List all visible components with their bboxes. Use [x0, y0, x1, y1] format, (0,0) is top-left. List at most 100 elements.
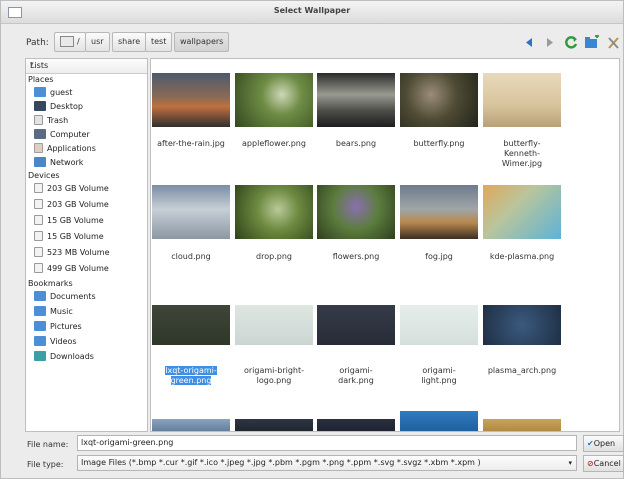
file-thumbnail[interactable] — [400, 305, 478, 345]
file-name-label[interactable]: drop.png — [229, 252, 319, 262]
file-name-label[interactable]: fog.jpg — [394, 252, 484, 262]
sidebar-item-downloads[interactable]: Downloads — [34, 350, 94, 364]
file-name-label[interactable]: origami- light.png — [394, 366, 484, 386]
file-grid: after-the-rain.jpg appleflower.png bears… — [150, 58, 620, 432]
cancel-icon: ⊘ — [587, 459, 594, 468]
path-segment-root[interactable]: / — [54, 32, 86, 52]
file-thumbnail[interactable] — [152, 73, 230, 127]
sidebar-item-volume-6[interactable]: 499 GB Volume — [34, 262, 109, 276]
window-title: Select Wallpaper — [273, 6, 351, 15]
path-segment-wallpapers[interactable]: wallpapers — [174, 32, 230, 52]
file-name-label-selected[interactable]: lxqt-origami- green.png — [151, 366, 236, 386]
sidebar-item-applications[interactable]: Applications — [34, 142, 96, 156]
bookmarks-header: Bookmarks — [28, 279, 73, 288]
file-thumbnail[interactable] — [483, 419, 561, 431]
tools-icon[interactable] — [606, 35, 622, 50]
file-name-label[interactable]: bears.png — [311, 139, 401, 149]
file-thumbnail[interactable] — [152, 419, 230, 431]
file-thumbnail[interactable] — [317, 419, 395, 431]
file-name-label[interactable]: flowers.png — [311, 252, 401, 262]
path-segment-test[interactable]: test — [145, 32, 173, 52]
file-thumbnail[interactable] — [483, 73, 561, 127]
file-name-field-label: File name: — [27, 440, 69, 449]
file-name-label[interactable]: cloud.png — [151, 252, 236, 262]
sidebar: Lists ▾ Places guest Desktop Trash Compu… — [25, 58, 148, 432]
file-name-input[interactable]: lxqt-origami-green.png — [77, 435, 577, 451]
sidebar-item-volume-1[interactable]: 203 GB Volume — [34, 182, 109, 196]
sidebar-item-network[interactable]: Network — [34, 156, 83, 170]
file-name-label[interactable]: origami- dark.png — [311, 366, 401, 386]
checkmark-icon: ✔ — [587, 439, 594, 448]
file-thumbnail[interactable] — [235, 185, 313, 239]
sidebar-item-desktop[interactable]: Desktop — [34, 100, 83, 114]
file-name-label[interactable]: kde-plasma.png — [477, 252, 567, 262]
videos-folder-icon — [34, 336, 46, 346]
title-bar[interactable]: Select Wallpaper — [1, 1, 623, 24]
file-name-label[interactable]: butterfly- Kenneth- Wimer.jpg — [477, 139, 567, 169]
downloads-folder-icon — [34, 351, 46, 361]
file-name-label[interactable]: after-the-rain.jpg — [151, 139, 236, 149]
drive-icon — [34, 263, 43, 273]
pictures-folder-icon — [34, 321, 46, 331]
places-header: Places — [28, 75, 54, 84]
trash-icon — [34, 115, 43, 125]
file-thumbnail[interactable] — [235, 305, 313, 345]
back-icon[interactable] — [522, 35, 538, 50]
file-thumbnail[interactable] — [483, 305, 561, 345]
file-thumbnail[interactable] — [235, 73, 313, 127]
file-name-label[interactable]: butterfly.png — [394, 139, 484, 149]
drive-icon — [34, 199, 43, 209]
new-folder-icon[interactable] — [584, 35, 600, 50]
file-name-label[interactable]: plasma_arch.png — [477, 366, 567, 376]
home-folder-icon — [34, 87, 46, 97]
sidebar-item-volume-3[interactable]: 15 GB Volume — [34, 214, 104, 228]
file-type-field-label: File type: — [27, 460, 64, 469]
path-label: Path: — [26, 38, 49, 48]
file-thumbnail[interactable] — [152, 305, 230, 345]
drive-icon — [60, 36, 74, 47]
file-thumbnail[interactable] — [400, 185, 478, 239]
file-thumbnail[interactable] — [483, 185, 561, 239]
path-bar: Path: / usr share test wallpapers — [0, 32, 622, 54]
chevron-down-icon: ▾ — [568, 459, 572, 467]
sidebar-item-pictures[interactable]: Pictures — [34, 320, 82, 334]
computer-icon — [34, 129, 46, 139]
sidebar-item-trash[interactable]: Trash — [34, 114, 68, 128]
reload-icon[interactable] — [563, 35, 579, 50]
sidebar-item-volume-2[interactable]: 203 GB Volume — [34, 198, 109, 212]
vertical-scrollbar[interactable] — [612, 58, 620, 432]
drive-icon — [34, 183, 43, 193]
path-segment-share[interactable]: share — [112, 32, 147, 52]
file-thumbnail[interactable] — [317, 185, 395, 239]
documents-folder-icon — [34, 291, 46, 301]
sidebar-item-volume-4[interactable]: 15 GB Volume — [34, 230, 104, 244]
sidebar-item-documents[interactable]: Documents — [34, 290, 96, 304]
file-name-label[interactable]: origami-bright- logo.png — [229, 366, 319, 386]
sidebar-item-home[interactable]: guest — [34, 86, 72, 100]
path-segment-usr[interactable]: usr — [85, 32, 110, 52]
open-button[interactable]: ✔Open — [583, 435, 624, 452]
file-thumbnail[interactable] — [317, 73, 395, 127]
network-icon — [34, 157, 46, 167]
music-folder-icon — [34, 306, 46, 316]
sidebar-item-videos[interactable]: Videos — [34, 335, 77, 349]
sidebar-item-music[interactable]: Music — [34, 305, 73, 319]
sidebar-item-computer[interactable]: Computer — [34, 128, 90, 142]
sidebar-item-volume-5[interactable]: 523 MB Volume — [34, 246, 110, 260]
drive-icon — [34, 231, 43, 241]
file-thumbnail[interactable] — [235, 419, 313, 431]
file-name-label[interactable]: appleflower.png — [229, 139, 319, 149]
applications-icon — [34, 143, 43, 153]
sidebar-view-combo[interactable]: Lists ▾ — [26, 59, 147, 74]
file-thumbnail[interactable] — [152, 185, 230, 239]
file-thumbnail[interactable] — [400, 73, 478, 127]
devices-header: Devices — [28, 171, 60, 180]
forward-icon[interactable] — [541, 35, 557, 50]
file-thumbnail[interactable] — [400, 411, 478, 431]
cancel-button[interactable]: ⊘Cancel — [583, 455, 624, 472]
file-thumbnail[interactable] — [317, 305, 395, 345]
desktop-icon — [34, 101, 46, 111]
file-type-select[interactable]: Image Files (*.bmp *.cur *.gif *.ico *.j… — [77, 455, 577, 471]
drive-icon — [34, 215, 43, 225]
chevron-down-icon: ▾ — [30, 60, 34, 68]
